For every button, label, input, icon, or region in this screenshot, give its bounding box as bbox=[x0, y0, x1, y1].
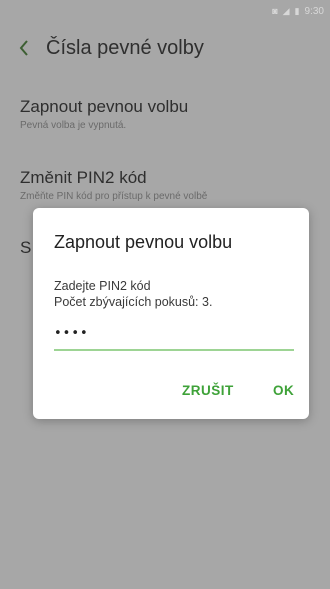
status-time: 9:30 bbox=[304, 5, 324, 17]
setting-subtitle: Změňte PIN kód pro přístup k pevné volbě bbox=[20, 191, 208, 202]
pin-dialog: Zapnout pevnou volbu Zadejte PIN2 kód Po… bbox=[33, 208, 309, 419]
setting-title: Změnit PIN2 kód bbox=[20, 168, 147, 187]
setting-title: Zapnout pevnou volbu bbox=[20, 97, 189, 116]
pin2-input-underline bbox=[54, 349, 294, 351]
chevron-left-icon[interactable] bbox=[18, 38, 38, 58]
ok-button[interactable]: OK bbox=[273, 383, 294, 398]
status-bar: ◙ ◢ ▮ 9:30 bbox=[0, 0, 330, 22]
dialog-message: Zadejte PIN2 kód Počet zbývajících pokus… bbox=[54, 278, 212, 310]
pin2-input[interactable] bbox=[54, 319, 294, 347]
page-title: Čísla pevné volby bbox=[46, 36, 204, 59]
signal-icon: ◢ bbox=[282, 5, 290, 16]
dialog-message-line2: Počet zbývajících pokusů: 3. bbox=[54, 295, 213, 309]
setting-title: S bbox=[20, 238, 32, 257]
setting-enable-fixed-dialing[interactable]: Zapnout pevnou volbu Pevná volba je vypn… bbox=[0, 97, 330, 131]
cancel-button[interactable]: ZRUŠIT bbox=[182, 383, 234, 398]
setting-change-pin2[interactable]: Změnit PIN2 kód Změňte PIN kód pro příst… bbox=[0, 168, 330, 202]
setting-subtitle: Pevná volba je vypnutá. bbox=[20, 120, 127, 131]
dialog-message-line1: Zadejte PIN2 kód bbox=[54, 279, 151, 293]
app-bar: Čísla pevné volby bbox=[0, 22, 330, 74]
dialog-title: Zapnout pevnou volbu bbox=[54, 232, 233, 252]
battery-icon: ▮ bbox=[294, 5, 300, 16]
nfc-icon: ◙ bbox=[272, 5, 278, 16]
